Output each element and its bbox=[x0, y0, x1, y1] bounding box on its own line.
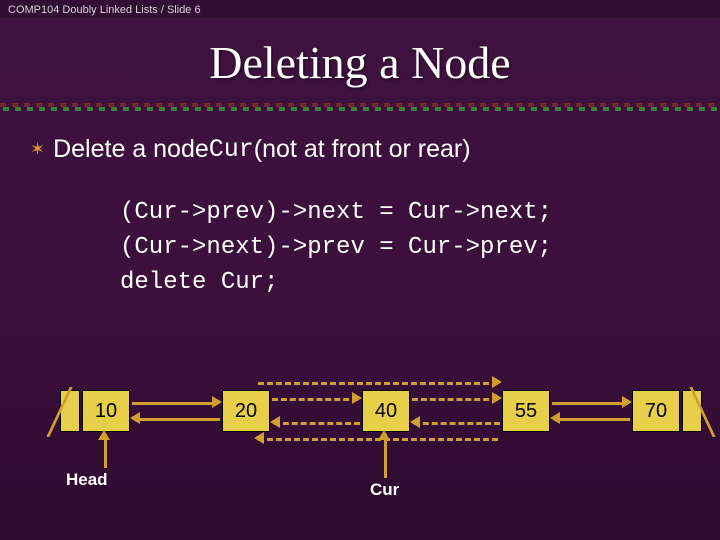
cur-label: Cur bbox=[370, 480, 399, 500]
arrowhead-20-40-next-old bbox=[352, 392, 368, 404]
code-line-2: (Cur->next)->prev = Cur->prev; bbox=[120, 234, 552, 261]
cur-pointer-arrowhead bbox=[378, 424, 390, 440]
node-1-value: 10 bbox=[95, 400, 117, 423]
arrow-40-20-prev-old bbox=[274, 422, 360, 425]
arrowhead-10-20-next bbox=[212, 396, 228, 408]
node-2: 20 bbox=[222, 390, 270, 432]
bullet-icon: ✶ bbox=[30, 139, 45, 160]
arrowhead-20-10-prev bbox=[124, 412, 140, 424]
bullet-text-post: (not at front or rear) bbox=[254, 135, 471, 164]
node-2-value: 20 bbox=[235, 400, 257, 423]
arrow-20-10-prev bbox=[134, 418, 220, 421]
arrowhead-20-55-bypass bbox=[492, 376, 508, 388]
head-pointer-arrowhead bbox=[98, 424, 110, 440]
cur-pointer-line bbox=[384, 434, 387, 478]
arrow-20-40-next-old bbox=[272, 398, 358, 401]
arrow-70-55-prev bbox=[554, 418, 630, 421]
arrowhead-55-70-next bbox=[622, 396, 638, 408]
arrow-40-55-next-old bbox=[412, 398, 498, 401]
arrowhead-55-40-prev-old bbox=[404, 416, 420, 428]
bullet-text-pre: Delete a node bbox=[53, 135, 209, 164]
arrow-10-20-next bbox=[132, 402, 218, 405]
linked-list-diagram: 10 20 40 55 70 Head Cur bbox=[0, 380, 720, 520]
node-3-value: 40 bbox=[375, 400, 397, 423]
arrow-55-70-next bbox=[552, 402, 628, 405]
arrowhead-55-20-bypass bbox=[248, 432, 264, 444]
arrowhead-70-55-prev bbox=[544, 412, 560, 424]
code-line-1: (Cur->prev)->next = Cur->next; bbox=[120, 199, 552, 226]
arrow-20-55-bypass-next bbox=[258, 382, 498, 385]
slide-title: Deleting a Node bbox=[0, 36, 720, 89]
bullet-text-mono: Cur bbox=[209, 135, 254, 164]
slide-header: COMP104 Doubly Linked Lists / Slide 6 bbox=[0, 0, 720, 18]
slide-header-text: COMP104 Doubly Linked Lists / Slide 6 bbox=[8, 4, 201, 16]
arrow-55-40-prev-old bbox=[414, 422, 500, 425]
node-4-value: 55 bbox=[515, 400, 537, 423]
node-4: 55 bbox=[502, 390, 550, 432]
node-5-value: 70 bbox=[645, 400, 667, 423]
decorative-divider bbox=[0, 103, 720, 111]
null-cap-left bbox=[60, 390, 80, 432]
arrowhead-40-20-prev-old bbox=[264, 416, 280, 428]
arrowhead-40-55-next-old bbox=[492, 392, 508, 404]
code-block: (Cur->prev)->next = Cur->next; (Cur->nex… bbox=[120, 196, 720, 300]
code-line-3: delete Cur; bbox=[120, 269, 278, 296]
null-cap-right bbox=[682, 390, 702, 432]
head-label: Head bbox=[66, 470, 108, 490]
bullet-line: ✶ Delete a node Cur (not at front or rea… bbox=[30, 135, 720, 164]
